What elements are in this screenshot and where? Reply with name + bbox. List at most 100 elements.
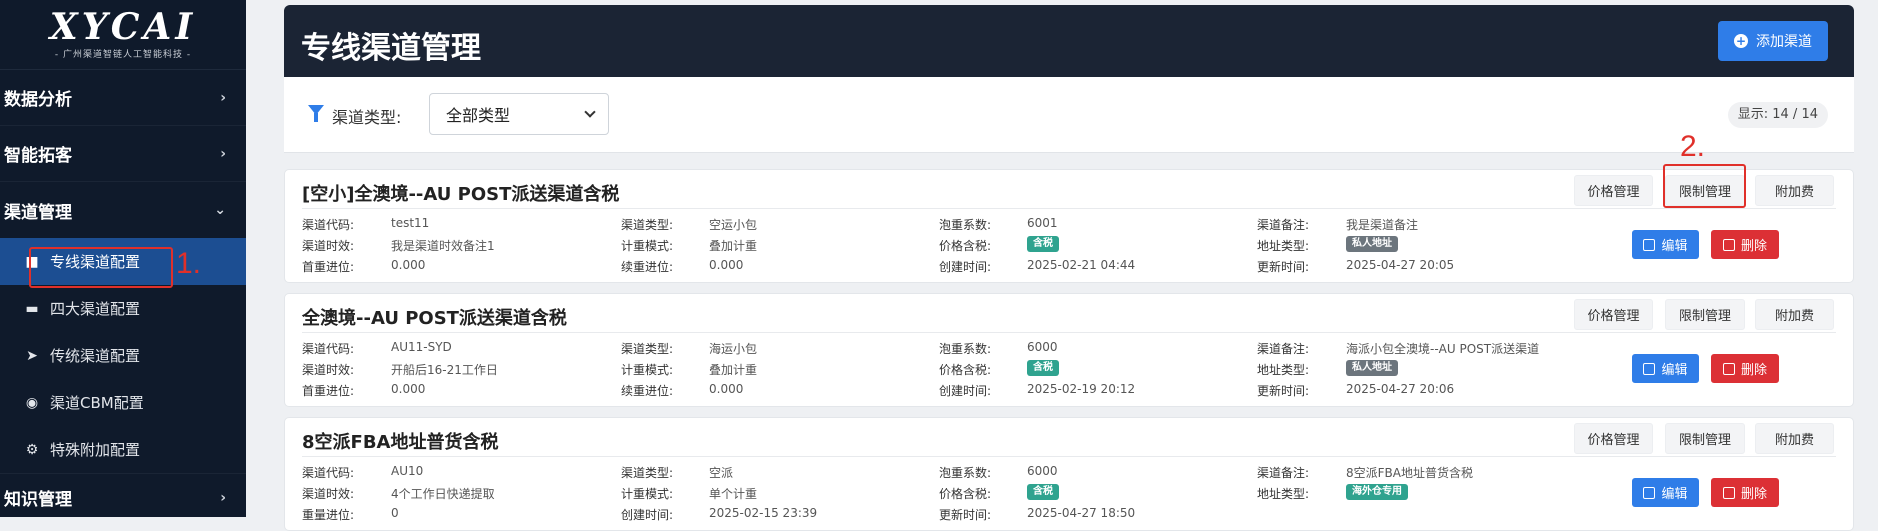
channel-type: 空运小包 — [709, 218, 758, 232]
delete-label: 删除 — [1740, 363, 1767, 378]
channel-card: 全澳境--AU POST派送渠道含税 价格管理 限制管理 附加费 渠道代码: A… — [284, 293, 1854, 407]
menu-group-channel-management[interactable]: 渠道管理 ⌄ — [0, 182, 246, 238]
field-label: 渠道备注: — [1257, 218, 1310, 232]
logo-text: XYCAI — [49, 6, 197, 48]
weight-mode: 单个计重 — [709, 487, 758, 501]
menu-group-data-analysis[interactable]: 数据分析 › — [0, 70, 246, 126]
field-label: 泡重系数: — [939, 342, 992, 356]
annotation-box-2 — [1663, 164, 1746, 208]
field-label: 地址类型: — [1257, 487, 1310, 501]
sidebar-item-label: 四大渠道配置 — [50, 300, 141, 318]
menu-group-label: 知识管理 — [4, 490, 72, 510]
tax-badge: 含税 — [1027, 236, 1059, 252]
edit-button[interactable]: 编辑 — [1632, 354, 1699, 383]
channel-remark: 8空派FBA地址普货含税 — [1346, 466, 1473, 480]
edit-label: 编辑 — [1661, 363, 1688, 378]
delete-button[interactable]: 删除 — [1711, 230, 1779, 259]
address-type-badge: 海外仓专用 — [1346, 484, 1408, 500]
menu-group-label: 渠道管理 — [4, 202, 72, 223]
field-label: 更新时间: — [939, 508, 992, 522]
edit-icon — [1643, 238, 1656, 251]
tax-badge: 含税 — [1027, 484, 1059, 500]
field-label: 计重模式: — [621, 239, 674, 253]
sidebar-item-label: 特殊附加配置 — [50, 441, 141, 459]
edit-icon — [1643, 362, 1656, 375]
created-time: 2025-02-19 20:12 — [1027, 382, 1136, 396]
menu-group-label: 智能拓客 — [4, 146, 72, 166]
channel-type: 海运小包 — [709, 342, 758, 356]
field-label: 渠道代码: — [302, 342, 355, 356]
trash-icon — [1722, 362, 1735, 375]
field-label: 渠道时效: — [302, 363, 355, 377]
field-label: 泡重系数: — [939, 218, 992, 232]
trash-icon — [1722, 238, 1735, 251]
annotation-label-1: 1. — [176, 247, 202, 280]
sidebar-item-traditional[interactable]: ➤ 传统渠道配置 — [0, 332, 246, 379]
channel-remark: 我是渠道备注 — [1346, 218, 1419, 232]
sidebar-item-cbm[interactable]: ◉ 渠道CBM配置 — [0, 379, 246, 426]
channel-title: 8空派FBA地址普货含税 — [302, 432, 499, 453]
field-label: 地址类型: — [1257, 239, 1310, 253]
updated-time: 2025-04-27 18:50 — [1027, 506, 1136, 520]
field-label: 创建时间: — [939, 260, 992, 274]
menu-group-label: 数据分析 — [4, 90, 72, 110]
field-label: 渠道类型: — [621, 218, 674, 232]
updated-time: 2025-04-27 20:06 — [1346, 382, 1455, 396]
field-label: 渠道时效: — [302, 487, 355, 501]
continued-weight-rounding: 0.000 — [709, 258, 744, 272]
sidebar-item-four-major[interactable]: ▬ 四大渠道配置 — [0, 285, 246, 332]
edit-button[interactable]: 编辑 — [1632, 230, 1699, 259]
tax-badge: 含税 — [1027, 360, 1059, 376]
delete-button[interactable]: 删除 — [1711, 478, 1779, 507]
surcharge-button[interactable]: 附加费 — [1755, 423, 1834, 454]
edit-icon — [1643, 486, 1656, 499]
limit-management-button[interactable]: 限制管理 — [1665, 423, 1745, 454]
menu-group-smart-leads[interactable]: 智能拓客 › — [0, 126, 246, 182]
field-label: 地址类型: — [1257, 363, 1310, 377]
channel-transit-time: 4个工作日快递提取 — [391, 487, 495, 501]
created-time: 2025-02-15 23:39 — [709, 506, 818, 520]
delete-button[interactable]: 删除 — [1711, 354, 1779, 383]
field-label: 价格含税: — [939, 239, 992, 253]
continued-weight-rounding: 0.000 — [709, 382, 744, 396]
first-weight-rounding: 0.000 — [391, 258, 426, 272]
channel-type-select[interactable]: 全部类型 — [429, 93, 609, 135]
price-management-button[interactable]: 价格管理 — [1574, 175, 1653, 206]
field-label: 价格含税: — [939, 363, 992, 377]
weight-mode: 叠加计重 — [709, 363, 758, 377]
divider — [302, 456, 1836, 457]
channel-code: AU10 — [391, 464, 424, 478]
limit-management-button[interactable]: 限制管理 — [1665, 299, 1745, 330]
sidebar-item-special-extra[interactable]: ⚙ 特殊附加配置 — [0, 426, 246, 473]
price-management-button[interactable]: 价格管理 — [1574, 423, 1653, 454]
surcharge-button[interactable]: 附加费 — [1755, 299, 1834, 330]
menu-group-knowledge[interactable]: 知识管理 › — [0, 473, 246, 521]
filter-label: 渠道类型: — [332, 108, 402, 127]
weight-rounding: 0 — [391, 506, 399, 520]
field-label: 更新时间: — [1257, 260, 1310, 274]
surcharge-button[interactable]: 附加费 — [1755, 175, 1834, 206]
edit-button[interactable]: 编辑 — [1632, 478, 1699, 507]
chevron-down-icon: ⌄ — [214, 202, 226, 218]
annotation-label-2: 2. — [1680, 130, 1706, 163]
filter-bar: 渠道类型: 全部类型 显示: 14 / 14 — [284, 77, 1854, 153]
channel-transit-time: 我是渠道时效备注1 — [391, 239, 495, 253]
add-channel-button[interactable]: + 添加渠道 — [1718, 21, 1828, 61]
annotation-box-1 — [29, 247, 173, 288]
price-management-button[interactable]: 价格管理 — [1574, 299, 1653, 330]
result-count: 显示: 14 / 14 — [1727, 102, 1828, 128]
volume-coefficient: 6001 — [1027, 216, 1058, 230]
chevron-right-icon: › — [220, 145, 226, 162]
field-label: 首重进位: — [302, 260, 355, 274]
updated-time: 2025-04-27 20:05 — [1346, 258, 1455, 272]
sidebar-item-label: 传统渠道配置 — [50, 347, 141, 365]
channel-code: AU11-SYD — [391, 340, 452, 354]
channel-card: 8空派FBA地址普货含税 价格管理 限制管理 附加费 渠道代码: AU10 渠道… — [284, 417, 1854, 531]
truck-fast-icon: ▬ — [25, 300, 39, 317]
field-label: 泡重系数: — [939, 466, 992, 480]
divider — [302, 332, 1836, 333]
field-label: 计重模式: — [621, 487, 674, 501]
trash-icon — [1722, 486, 1735, 499]
channel-title: 全澳境--AU POST派送渠道含税 — [302, 308, 567, 329]
logo-subtitle: - 广州渠道智链人工智能科技 - — [54, 50, 192, 60]
